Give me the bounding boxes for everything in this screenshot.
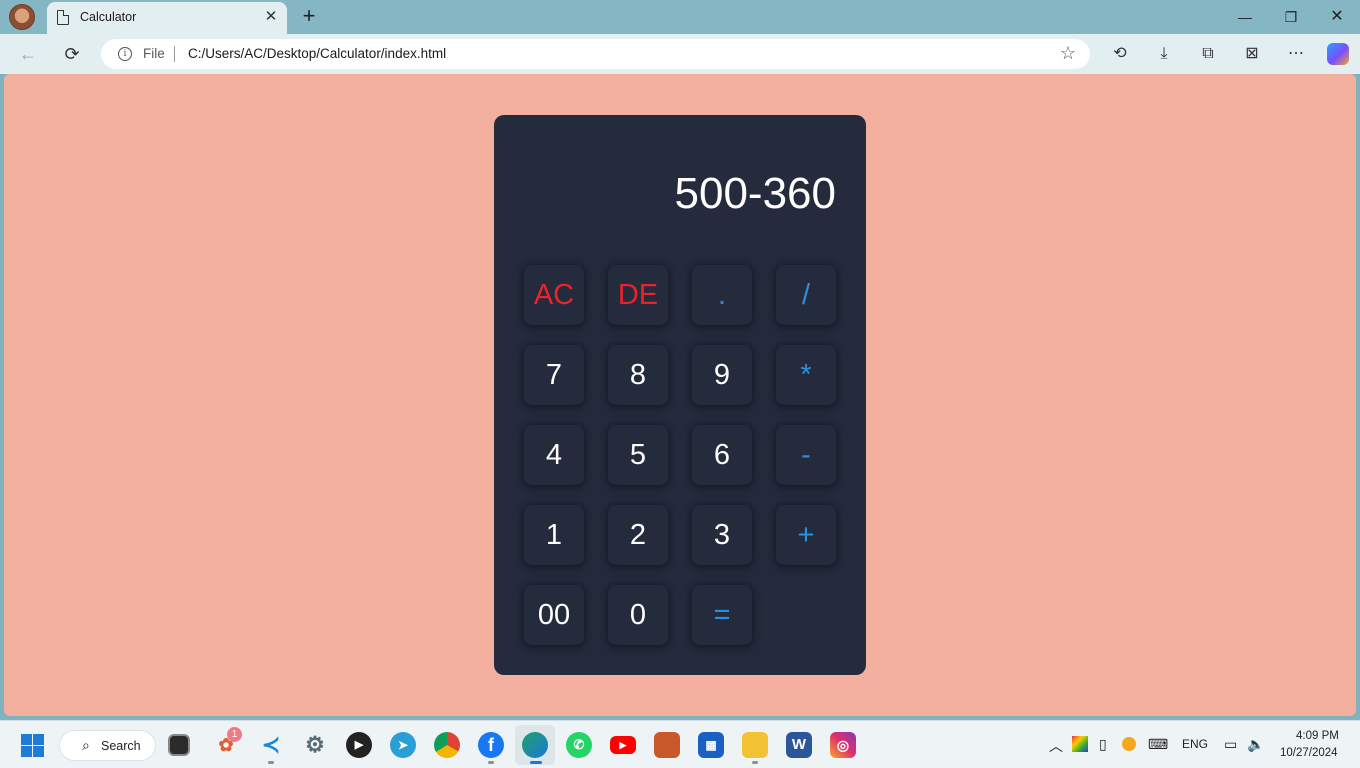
page-viewport: 500-360 AC DE./7 8 9 * 4 5 6-1 2 3 +00 0 =	[4, 74, 1356, 716]
screenshot-icon[interactable]: ⊠	[1241, 43, 1263, 65]
copilot-icon[interactable]	[1327, 43, 1349, 65]
star-icon[interactable]: ☆	[1060, 43, 1076, 64]
search-icon: ⌕	[82, 737, 90, 753]
youtube-icon[interactable]: ▶	[610, 736, 636, 754]
facebook-icon[interactable]: f	[478, 732, 504, 758]
key-4-button[interactable]: 4	[524, 425, 584, 485]
file-explorer-dark-icon[interactable]	[168, 734, 190, 756]
close-window-button[interactable]: ✕	[1325, 6, 1349, 28]
new-tab-button[interactable]: +	[297, 4, 321, 28]
key-0-button[interactable]: 0	[608, 585, 668, 645]
tray-app-icon[interactable]	[1122, 737, 1136, 751]
url-text[interactable]: C:/Users/AC/Desktop/Calculator/index.htm…	[188, 46, 446, 61]
key-add-button[interactable]: +	[776, 505, 836, 565]
running-indicator	[268, 761, 274, 764]
vscode-icon[interactable]: ≺	[258, 732, 284, 758]
extensions-icon[interactable]: ⧉	[1197, 43, 1219, 65]
back-arrow-icon[interactable]: ←	[16, 42, 40, 66]
whatsapp-icon[interactable]: ✆	[566, 732, 592, 758]
network-icon[interactable]: ▭	[1224, 736, 1237, 753]
key-decimal-button[interactable]: .	[692, 265, 752, 325]
key-7-button[interactable]: 7	[524, 345, 584, 405]
key-equals-button[interactable]: =	[692, 585, 752, 645]
clock-time[interactable]: 4:09 PM	[1296, 730, 1339, 742]
tray-app-icon[interactable]	[1072, 736, 1088, 752]
edge-icon[interactable]	[522, 732, 548, 758]
key-clear-all-button[interactable]: AC	[524, 265, 584, 325]
volume-icon[interactable]: 🔈	[1247, 736, 1264, 753]
info-icon[interactable]: i	[118, 47, 132, 61]
search-label: Search	[101, 739, 141, 753]
file-explorer-icon[interactable]	[742, 732, 768, 758]
address-bar[interactable]: i File C:/Users/AC/Desktop/Calculator/in…	[101, 39, 1090, 69]
tab-title: Calculator	[80, 10, 137, 24]
usb-icon[interactable]: ▯	[1099, 736, 1107, 753]
key-double-zero-button[interactable]: 00	[524, 585, 584, 645]
restore-button[interactable]: ❐	[1279, 6, 1303, 28]
minimize-button[interactable]: —	[1233, 6, 1257, 28]
key-divide-button[interactable]: /	[776, 265, 836, 325]
profile-avatar-icon[interactable]	[9, 4, 35, 30]
taskbar-search[interactable]: ⌕ Search	[59, 730, 156, 761]
calculator: 500-360 AC DE./7 8 9 * 4 5 6-1 2 3 +00 0 =	[494, 115, 866, 675]
telegram-icon[interactable]: ➤	[390, 732, 416, 758]
taskbar: ⌕ Search ✿ 1 ≺ ⚙ ▶ ➤ f ✆ ▶ ▦ W ◎ ︿ ▯ ⌨ E…	[0, 720, 1360, 768]
more-icon[interactable]: ⋯	[1285, 43, 1307, 65]
key-multiply-button[interactable]: *	[776, 345, 836, 405]
store-icon[interactable]: ▦	[698, 732, 724, 758]
browser-toolbar: ← ⟳ i File C:/Users/AC/Desktop/Calculato…	[0, 34, 1360, 74]
key-1-button[interactable]: 1	[524, 505, 584, 565]
key-subtract-button[interactable]: -	[776, 425, 836, 485]
language-indicator[interactable]: ENG	[1182, 737, 1208, 751]
tab-close-button[interactable]: ✕	[263, 8, 279, 26]
key-8-button[interactable]: 8	[608, 345, 668, 405]
key-3-button[interactable]: 3	[692, 505, 752, 565]
app-icon[interactable]	[654, 732, 680, 758]
key-5-button[interactable]: 5	[608, 425, 668, 485]
history-icon[interactable]: ⟲	[1109, 43, 1131, 65]
settings-icon[interactable]: ⚙	[302, 732, 328, 758]
keyboard-icon[interactable]: ⌨	[1148, 736, 1168, 753]
page-icon	[57, 10, 69, 25]
key-9-button[interactable]: 9	[692, 345, 752, 405]
tab-calculator[interactable]: Calculator ✕	[47, 2, 287, 34]
address-divider	[174, 46, 175, 62]
chrome-icon[interactable]	[434, 732, 460, 758]
reload-icon[interactable]: ⟳	[60, 42, 84, 66]
instagram-icon[interactable]: ◎	[830, 732, 856, 758]
running-indicator	[752, 761, 758, 764]
title-bar: Calculator ✕ + — ❐ ✕	[0, 0, 1360, 34]
calculator-display: 500-360	[674, 169, 836, 218]
download-icon[interactable]: ⤓	[1153, 43, 1175, 65]
word-icon[interactable]: W	[786, 732, 812, 758]
windows-start-icon[interactable]	[21, 734, 44, 757]
chevron-up-icon[interactable]: ︿	[1049, 736, 1063, 756]
site-info-label[interactable]: File	[143, 46, 165, 61]
running-indicator	[488, 761, 494, 764]
key-delete-button[interactable]: DE	[608, 265, 668, 325]
media-player-icon[interactable]: ▶	[346, 732, 372, 758]
key-2-button[interactable]: 2	[608, 505, 668, 565]
notification-badge: 1	[227, 727, 242, 742]
active-indicator	[530, 761, 542, 764]
key-6-button[interactable]: 6	[692, 425, 752, 485]
clock-date[interactable]: 10/27/2024	[1280, 747, 1338, 759]
